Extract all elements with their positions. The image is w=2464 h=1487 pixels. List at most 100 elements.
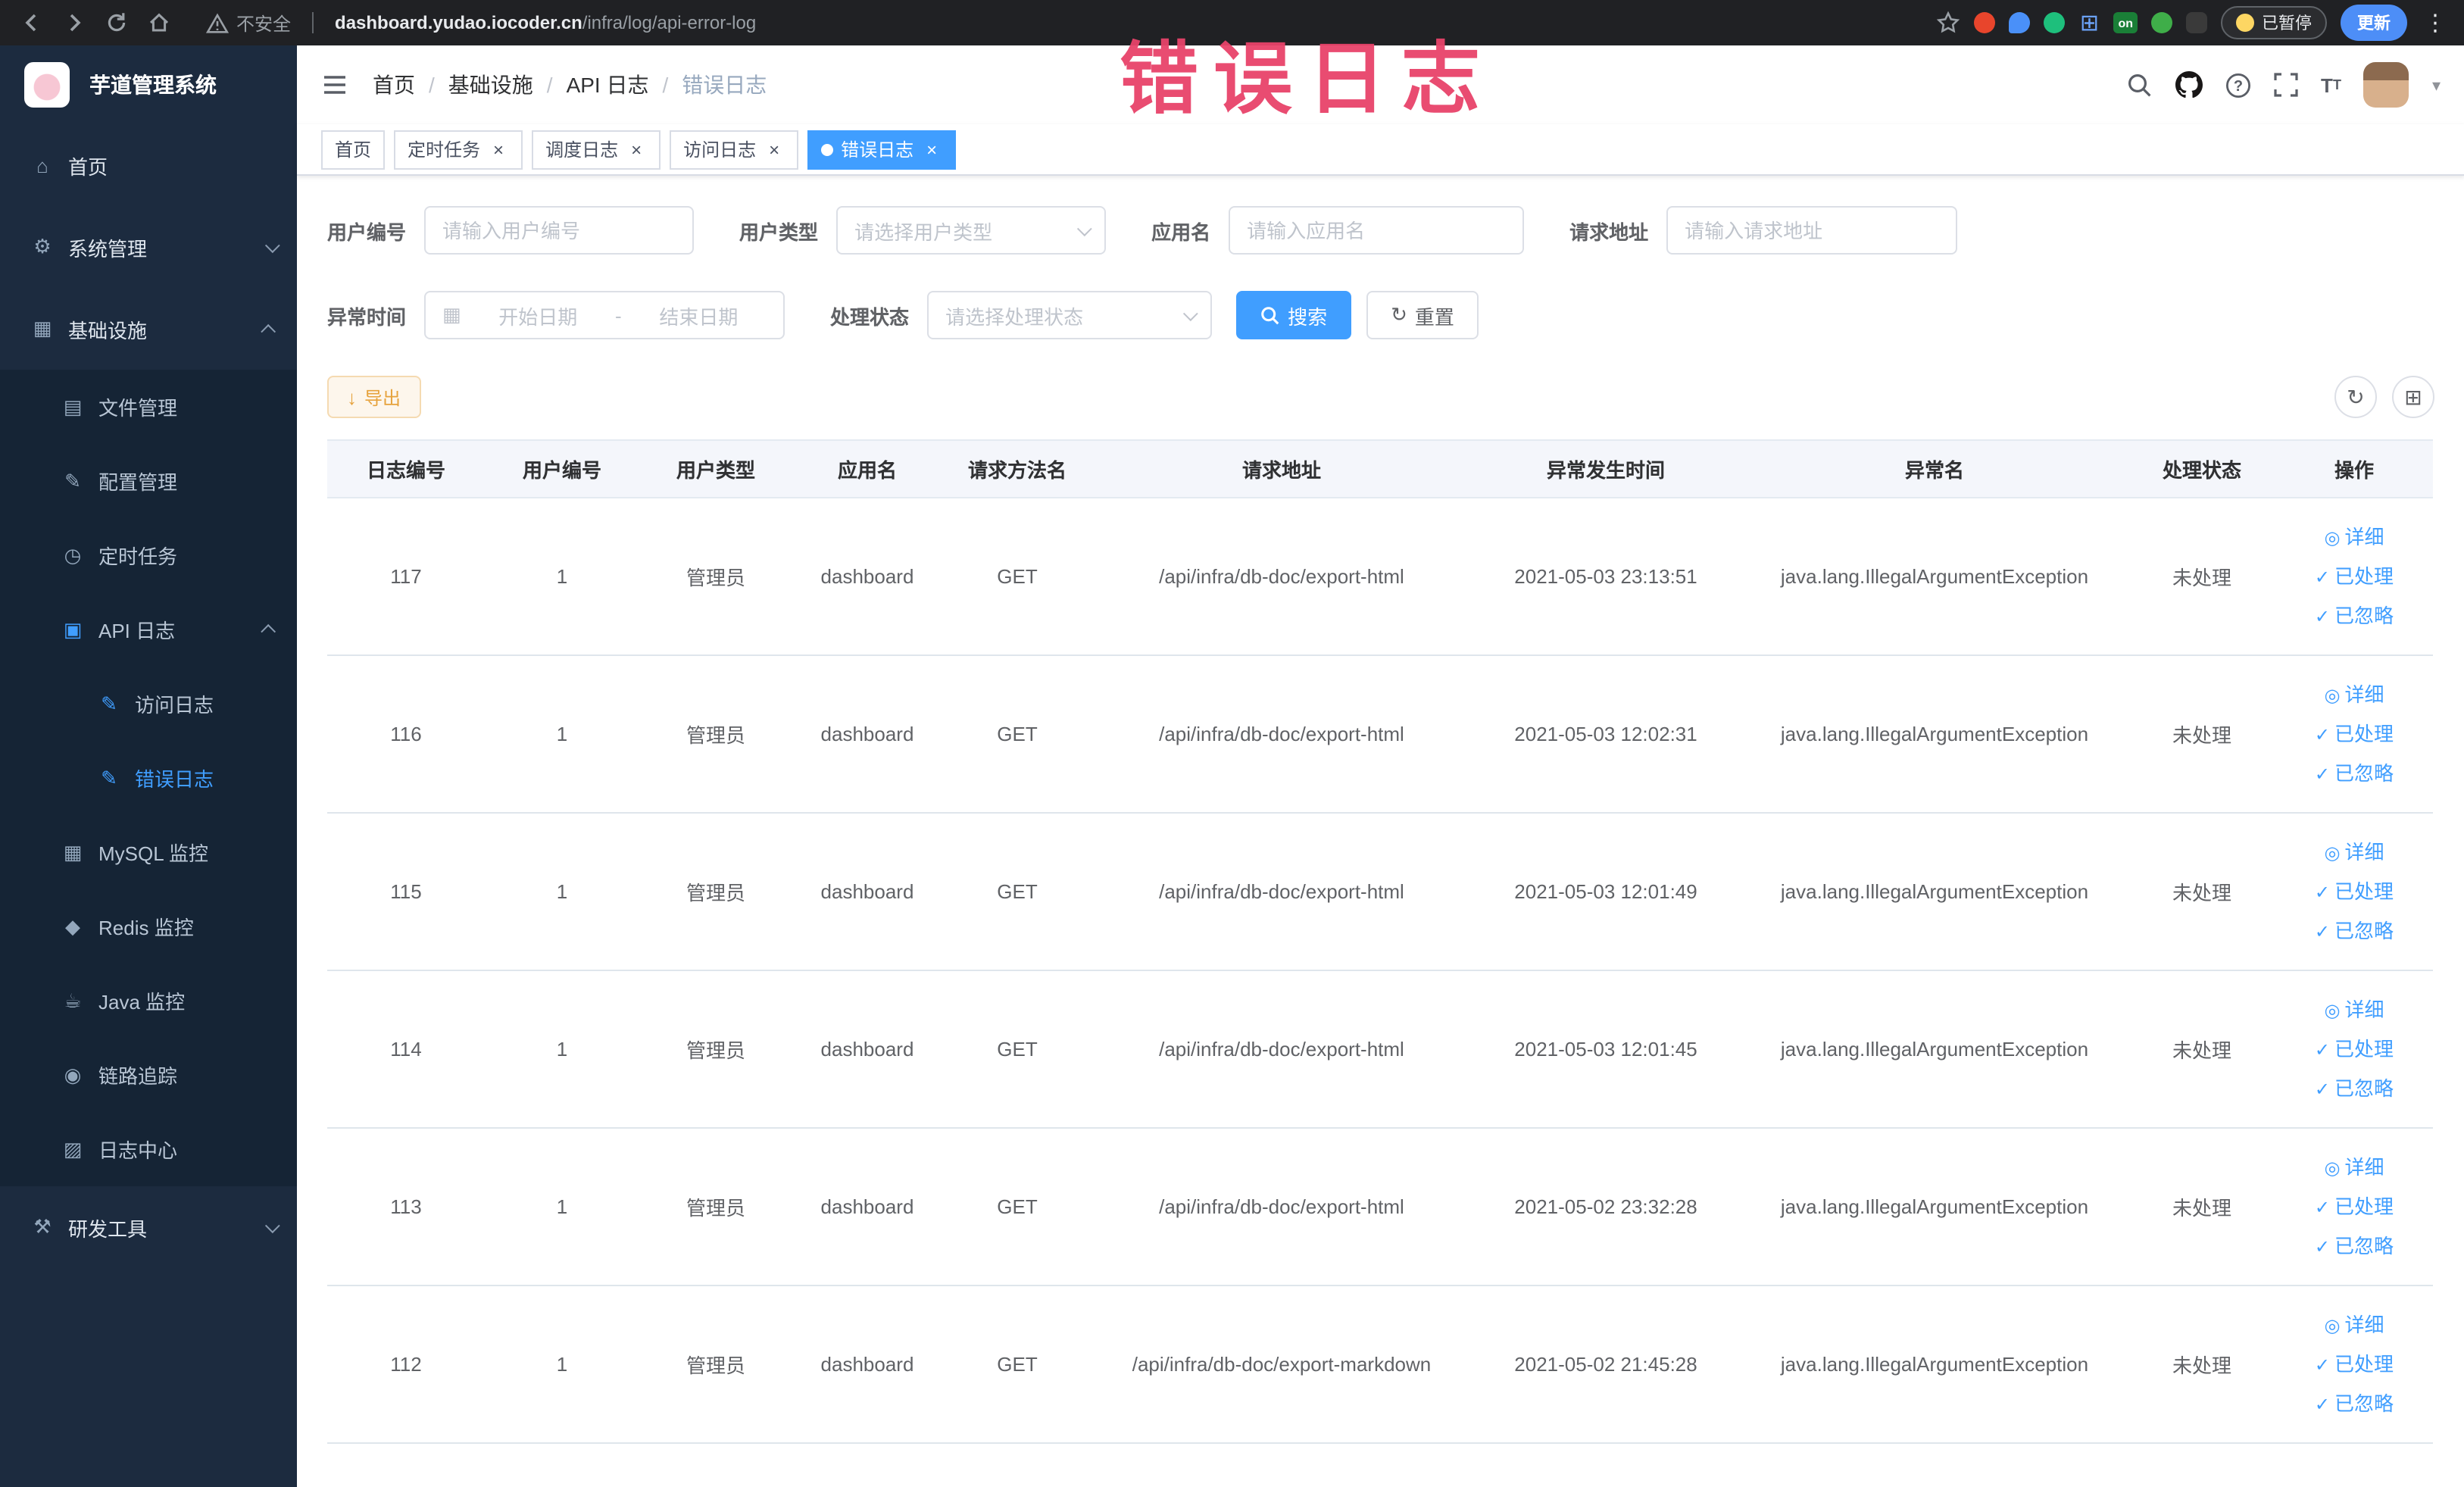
app-logo[interactable]: 芋道管理系统	[0, 45, 297, 124]
sidebar-item-mysql[interactable]: ▦ MySQL 监控	[0, 815, 297, 889]
processed-link[interactable]: ✓ 已处理	[2275, 557, 2433, 596]
address-bar[interactable]: dashboard.yudao.iocoder.cn/infra/log/api…	[335, 12, 1912, 33]
tab-home[interactable]: 首页	[321, 130, 386, 169]
browser-forward-icon[interactable]	[58, 6, 91, 39]
tab-job-log[interactable]: 调度日志 ×	[532, 130, 661, 169]
extension-icon[interactable]	[2009, 12, 2031, 33]
processed-link[interactable]: ✓ 已处理	[2275, 1187, 2433, 1226]
detail-link[interactable]: ◎ 详细	[2275, 990, 2433, 1029]
tab-close-icon[interactable]: ×	[626, 139, 647, 160]
cell-user-type: 管理员	[639, 813, 792, 971]
reset-button[interactable]: ↻ 重置	[1366, 291, 1479, 339]
font-size-icon[interactable]: TT	[2321, 73, 2341, 96]
breadcrumb-item[interactable]: 首页	[373, 70, 415, 100]
processed-link[interactable]: ✓ 已处理	[2275, 872, 2433, 911]
site-security-chip[interactable]: 不安全	[206, 10, 291, 36]
database-icon: ▦	[63, 840, 83, 863]
browser-menu-icon[interactable]: ⋮	[2421, 9, 2450, 36]
sidebar-item-java[interactable]: ☕ Java 监控	[0, 964, 297, 1038]
sidebar-item-devtools[interactable]: ⚒ 研发工具	[0, 1186, 297, 1268]
ignored-link[interactable]: ✓ 已忽略	[2275, 754, 2433, 793]
sidebar-item-access-log[interactable]: ✎ 访问日志	[0, 667, 297, 741]
breadcrumb-item[interactable]: API 日志	[567, 70, 649, 100]
ignored-link[interactable]: ✓ 已忽略	[2275, 1384, 2433, 1423]
cell-app-name: dashboard	[792, 1286, 942, 1444]
check-icon: ✓	[2314, 881, 2331, 902]
processed-link[interactable]: ✓ 已处理	[2275, 1345, 2433, 1384]
check-icon: ✓	[2314, 605, 2331, 626]
sidebar-item-job[interactable]: ◷ 定时任务	[0, 518, 297, 592]
log-icon: ▨	[63, 1137, 83, 1160]
exception-time-range-picker[interactable]: ▦ 开始日期 - 结束日期	[424, 291, 785, 339]
user-type-select[interactable]: 请选择用户类型	[836, 206, 1107, 255]
detail-link[interactable]: ◎ 详细	[2275, 675, 2433, 714]
ignored-link[interactable]: ✓ 已忽略	[2275, 1226, 2433, 1266]
app-name-input[interactable]	[1247, 219, 1507, 242]
cell-status: 未处理	[2128, 970, 2275, 1129]
column-settings-icon[interactable]: ⊞	[2392, 376, 2434, 418]
paused-badge[interactable]: 已暂停	[2221, 6, 2327, 39]
process-status-select[interactable]: 请选择处理状态	[927, 291, 1213, 339]
user-id-input[interactable]	[442, 219, 676, 242]
ignored-link[interactable]: ✓ 已忽略	[2275, 1069, 2433, 1108]
sidebar-item-error-log[interactable]: ✎ 错误日志	[0, 741, 297, 815]
sidebar-item-trace[interactable]: ◉ 链路追踪	[0, 1038, 297, 1112]
tab-access-log[interactable]: 访问日志 ×	[670, 130, 799, 169]
export-button[interactable]: ↓ 导出	[327, 376, 421, 418]
detail-link[interactable]: ◎ 详细	[2275, 833, 2433, 872]
tab-close-icon[interactable]: ×	[488, 139, 509, 160]
hamburger-icon[interactable]	[321, 73, 348, 97]
cell-method: GET	[942, 813, 1092, 971]
sidebar-item-log-center[interactable]: ▨ 日志中心	[0, 1112, 297, 1186]
tab-job[interactable]: 定时任务 ×	[394, 130, 523, 169]
browser-back-icon[interactable]	[15, 6, 48, 39]
request-url-input[interactable]	[1685, 219, 1940, 242]
detail-link[interactable]: ◎ 详细	[2275, 517, 2433, 557]
extension-on-badge[interactable]: on	[2113, 12, 2138, 33]
folder-icon: ▤	[63, 395, 83, 417]
extension-icon[interactable]	[2186, 12, 2207, 33]
detail-link[interactable]: ◎ 详细	[2275, 1305, 2433, 1345]
github-icon[interactable]	[2175, 71, 2203, 98]
help-icon[interactable]: ?	[2225, 72, 2251, 98]
avatar[interactable]	[2363, 62, 2409, 108]
processed-link[interactable]: ✓ 已处理	[2275, 714, 2433, 754]
sidebar-item-home[interactable]: ⌂ 首页	[0, 124, 297, 206]
refresh-table-icon[interactable]: ↻	[2334, 376, 2377, 418]
sidebar-item-api-log[interactable]: ▣ API 日志	[0, 592, 297, 667]
breadcrumb-item[interactable]: 基础设施	[448, 70, 533, 100]
extension-icon[interactable]	[2151, 12, 2172, 33]
tab-error-log[interactable]: 错误日志 ×	[807, 130, 957, 169]
cell-exception: java.lang.IllegalArgumentException	[1741, 1128, 2128, 1286]
extension-icon[interactable]	[2044, 12, 2066, 33]
ignored-link[interactable]: ✓ 已忽略	[2275, 596, 2433, 636]
tab-close-icon[interactable]: ×	[921, 139, 942, 160]
table-tools: ↻ ⊞	[2334, 376, 2434, 418]
table-row: 116 1 管理员 dashboard GET/api/infra/db-doc/exp…	[327, 655, 2433, 814]
search-icon[interactable]	[2127, 72, 2153, 98]
chevron-up-icon	[261, 323, 276, 339]
search-button[interactable]: 搜索	[1236, 291, 1352, 339]
sidebar-item-infra[interactable]: ▦ 基础设施	[0, 288, 297, 370]
bookmark-star-icon[interactable]	[1936, 11, 1960, 35]
processed-link[interactable]: ✓ 已处理	[2275, 1029, 2433, 1069]
sidebar-item-system[interactable]: ⚙ 系统管理	[0, 206, 297, 288]
browser-update-button[interactable]: 更新	[2341, 5, 2407, 41]
fullscreen-icon[interactable]	[2274, 73, 2298, 97]
cell-status: 未处理	[2128, 655, 2275, 814]
sidebar-item-redis[interactable]: ◆ Redis 监控	[0, 889, 297, 964]
detail-link[interactable]: ◎ 详细	[2275, 1148, 2433, 1187]
request-url-label: 请求地址	[1569, 220, 1649, 243]
sidebar-item-file[interactable]: ▤ 文件管理	[0, 370, 297, 444]
sidebar-item-config[interactable]: ✎ 配置管理	[0, 444, 297, 518]
browser-home-icon[interactable]	[142, 6, 176, 39]
app-window: 不安全 dashboard.yudao.iocoder.cn/infra/log…	[0, 0, 2464, 1487]
ignored-link[interactable]: ✓ 已忽略	[2275, 911, 2433, 951]
extension-grid-icon[interactable]: ⊞	[2078, 11, 2100, 36]
browser-refresh-icon[interactable]	[100, 6, 133, 39]
action-label: 已处理	[2334, 722, 2394, 745]
cell-actions: ◎ 详细 ✓ 已处理 ✓ 已忽略	[2275, 813, 2433, 971]
sidebar-item-label: 链路追踪	[98, 1065, 178, 1088]
extension-icon[interactable]	[1974, 12, 1996, 33]
tab-close-icon[interactable]: ×	[764, 139, 785, 160]
